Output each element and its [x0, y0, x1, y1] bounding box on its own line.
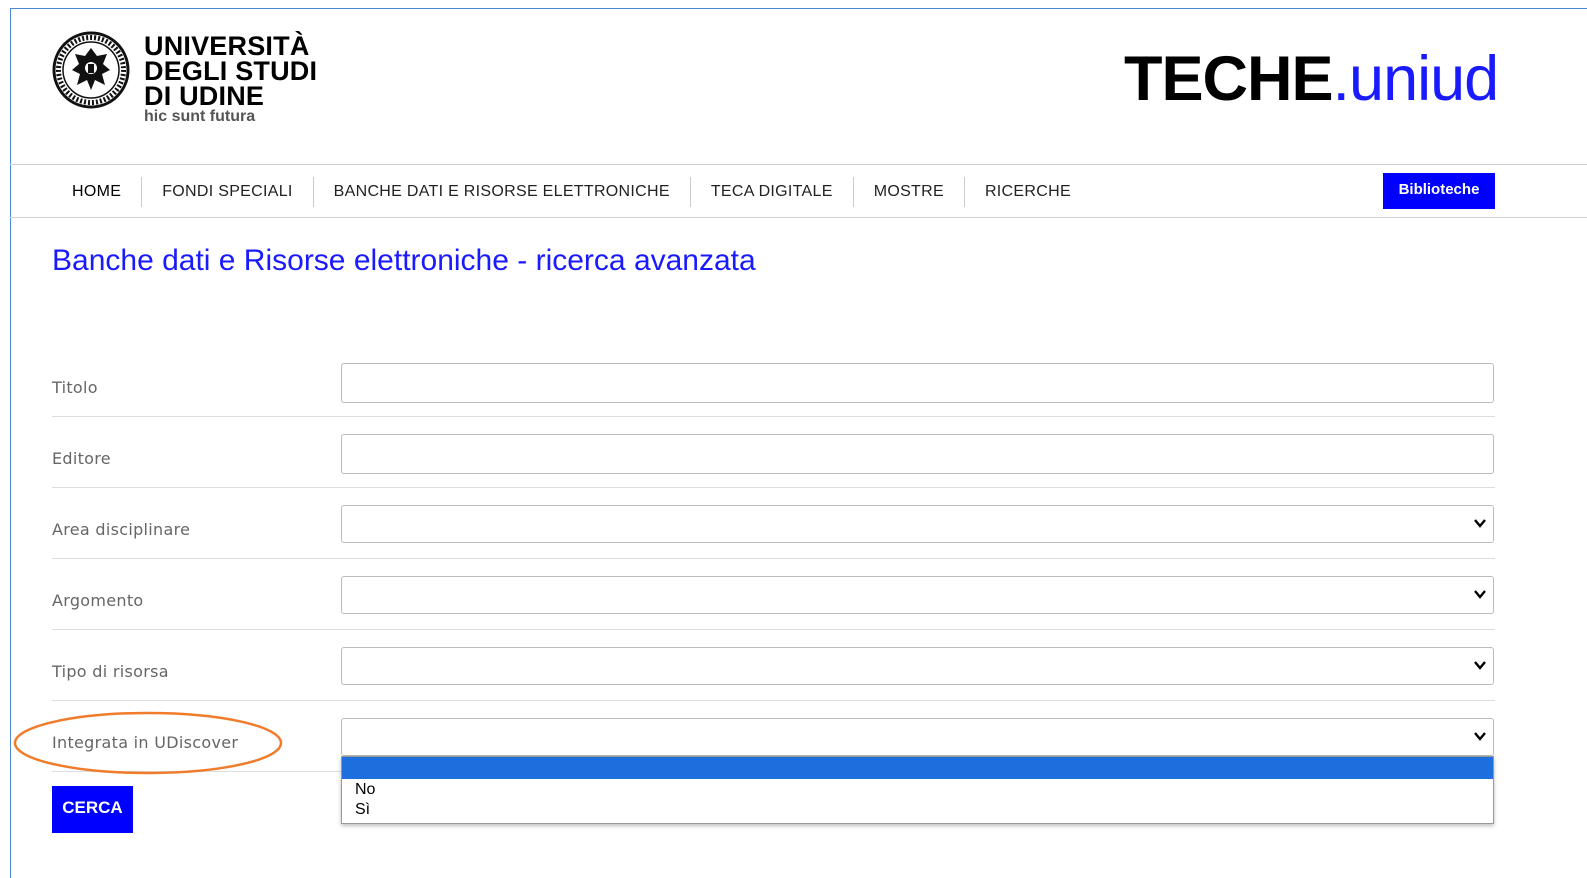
row-divider: [52, 558, 1495, 559]
row-divider: [52, 700, 1495, 701]
nav-home[interactable]: HOME: [52, 177, 141, 207]
tipo-risorsa-label: Tipo di risorsa: [52, 662, 169, 681]
nav-mostre[interactable]: MOSTRE: [852, 177, 964, 207]
row-divider: [52, 416, 1495, 417]
teche-brand[interactable]: TECHE.uniud: [1124, 44, 1500, 114]
area-disciplinare-select[interactable]: [341, 505, 1494, 543]
chevron-down-icon: [1474, 519, 1486, 528]
area-disciplinare-label: Area disciplinare: [52, 520, 191, 539]
dropdown-option-si[interactable]: Sì: [342, 801, 1493, 819]
nav-divider: [10, 217, 1587, 218]
chevron-down-icon: [1474, 732, 1486, 741]
titolo-label: Titolo: [52, 378, 98, 397]
brand-part1: TECHE: [1124, 44, 1334, 114]
editore-input[interactable]: [341, 434, 1494, 474]
main-nav: HOME FONDI SPECIALI BANCHE DATI E RISORS…: [52, 176, 1091, 208]
argomento-label: Argomento: [52, 591, 144, 610]
annotation-highlight-ellipse: [13, 711, 283, 775]
nav-fondi-speciali[interactable]: FONDI SPECIALI: [141, 177, 312, 207]
logo-motto: hic sunt futura: [144, 108, 256, 125]
nav-banche-dati[interactable]: BANCHE DATI E RISORSE ELETTRONICHE: [312, 177, 690, 207]
integrata-dropdown-list: No Sì: [341, 756, 1494, 824]
university-seal-logo[interactable]: [52, 30, 130, 110]
page-title: Banche dati e Risorse elettroniche - ric…: [52, 244, 756, 277]
brand-part2: .uniud: [1332, 44, 1500, 114]
titolo-input[interactable]: [341, 363, 1494, 403]
nav-ricerche[interactable]: RICERCHE: [963, 177, 1091, 207]
chevron-down-icon: [1474, 661, 1486, 670]
chevron-down-icon: [1474, 590, 1486, 599]
university-name[interactable]: UNIVERSITÀ DEGLI STUDI DI UDINE: [144, 33, 317, 111]
row-divider: [52, 629, 1495, 630]
biblioteche-button[interactable]: Biblioteche: [1383, 173, 1495, 209]
cerca-button[interactable]: CERCA: [52, 786, 133, 833]
dropdown-option-empty[interactable]: [342, 757, 1493, 779]
row-divider: [52, 487, 1495, 488]
dropdown-option-no[interactable]: No: [342, 781, 1493, 799]
header-divider: [10, 164, 1587, 165]
integrata-udiscover-select[interactable]: [341, 718, 1494, 756]
tipo-risorsa-select[interactable]: [341, 647, 1494, 685]
nav-teca-digitale[interactable]: TECA DIGITALE: [689, 177, 853, 207]
logo-line-3: DI UDINE: [144, 81, 265, 111]
editore-label: Editore: [52, 449, 111, 468]
argomento-select[interactable]: [341, 576, 1494, 614]
